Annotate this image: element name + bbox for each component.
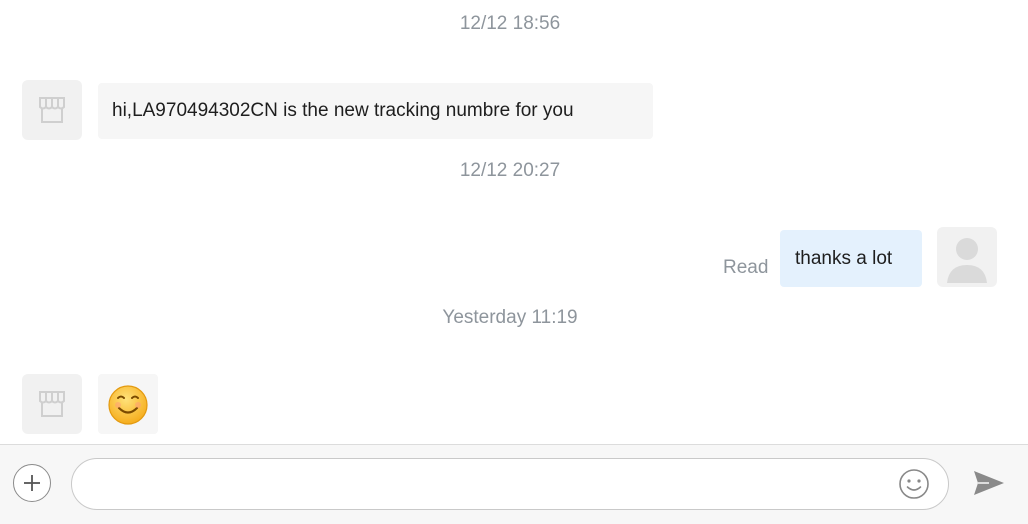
storefront-icon — [39, 391, 65, 417]
storefront-icon — [39, 97, 65, 123]
paper-plane-icon — [974, 471, 1004, 495]
message-input[interactable] — [92, 469, 886, 501]
send-button[interactable] — [971, 465, 1007, 501]
message-text: thanks a lot — [795, 247, 893, 269]
emoji-button[interactable] — [898, 468, 930, 500]
timestamp: Yesterday 11:19 — [442, 307, 578, 328]
user-silhouette-icon — [947, 238, 987, 283]
plus-icon — [24, 475, 40, 491]
message-input-container[interactable] — [71, 458, 949, 510]
chat-history: 12/12 18:56 hi,LA970494302CN is the new … — [0, 0, 1028, 444]
shop-avatar[interactable] — [22, 374, 82, 434]
timestamp: 12/12 18:56 — [459, 13, 561, 34]
message-composer — [0, 444, 1028, 524]
message-text: hi,LA970494302CN is the new tracking num… — [112, 100, 574, 121]
sticker-bubble — [98, 374, 158, 434]
timestamp: 12/12 20:27 — [459, 160, 561, 181]
smiling-face-icon — [108, 385, 148, 425]
read-status: Read — [723, 257, 769, 278]
smiley-icon — [899, 469, 929, 499]
message-bubble-incoming: hi,LA970494302CN is the new tracking num… — [98, 83, 653, 139]
shop-avatar[interactable] — [22, 80, 82, 140]
user-avatar[interactable] — [937, 227, 997, 287]
attach-button[interactable] — [13, 464, 51, 502]
message-bubble-outgoing: thanks a lot — [780, 230, 922, 287]
